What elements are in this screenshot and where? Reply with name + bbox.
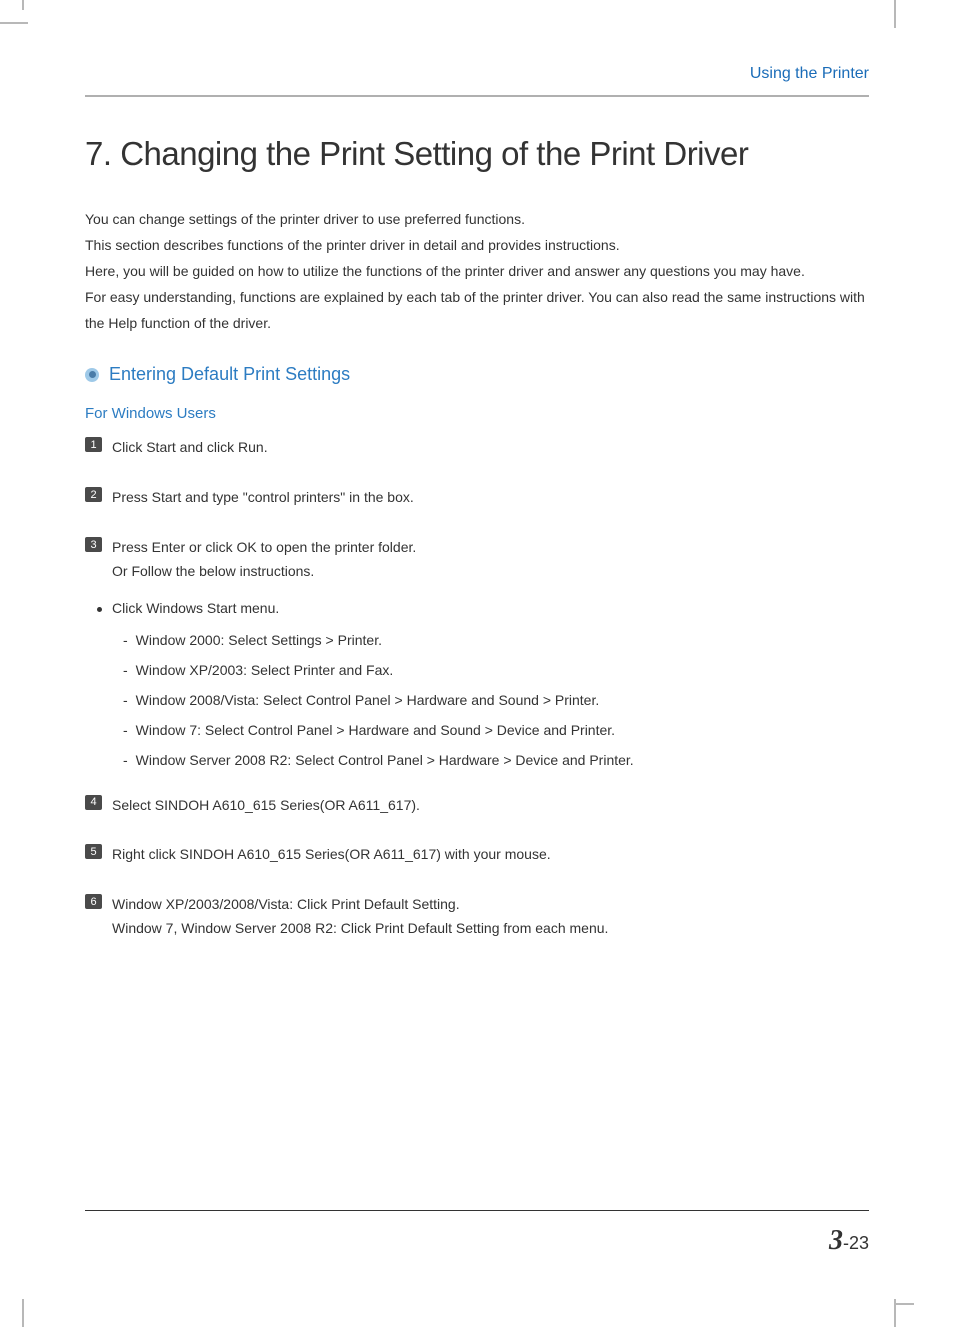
dash-item: - Window 7: Select Control Panel > Hardw…: [123, 722, 869, 738]
step-text: Click Start and click Run.: [112, 436, 268, 460]
dash-mark-icon: -: [123, 722, 128, 738]
dash-item: - Window 2008/Vista: Select Control Pane…: [123, 692, 869, 708]
dash-text: Window 7: Select Control Panel > Hardwar…: [136, 722, 615, 738]
step-1: 1 Click Start and click Run.: [85, 436, 869, 460]
dash-text: Window 2000: Select Settings > Printer.: [136, 632, 382, 648]
bullet-dot-icon: [97, 607, 102, 612]
footer-divider: [85, 1210, 869, 1211]
step-number-badge: 3: [85, 537, 102, 552]
step-number-badge: 5: [85, 844, 102, 859]
crop-mark: [894, 0, 896, 28]
step-text: Press Enter or click OK to open the prin…: [112, 536, 416, 584]
dash-text: Window 2008/Vista: Select Control Panel …: [136, 692, 600, 708]
step-2: 2 Press Start and type "control printers…: [85, 486, 869, 510]
page-number: 3-23: [85, 1225, 869, 1257]
dash-mark-icon: -: [123, 692, 128, 708]
section-heading: Entering Default Print Settings: [85, 364, 869, 385]
bullet-text: Click Windows Start menu.: [112, 600, 279, 616]
dash-mark-icon: -: [123, 752, 128, 768]
step-number-badge: 2: [85, 487, 102, 502]
step-text: Right click SINDOH A610_615 Series(OR A6…: [112, 843, 551, 867]
crop-mark: [896, 1303, 914, 1305]
step-4: 4 Select SINDOH A610_615 Series(OR A611_…: [85, 794, 869, 818]
header-breadcrumb: Using the Printer: [85, 65, 869, 97]
step-6: 6 Window XP/2003/2008/Vista: Click Print…: [85, 893, 869, 941]
dash-mark-icon: -: [123, 632, 128, 648]
step-text: Select SINDOH A610_615 Series(OR A611_61…: [112, 794, 420, 818]
bullet-item: Click Windows Start menu.: [97, 600, 869, 616]
step-3: 3 Press Enter or click OK to open the pr…: [85, 536, 869, 584]
crop-mark: [22, 0, 24, 10]
dash-item: - Window Server 2008 R2: Select Control …: [123, 752, 869, 768]
crop-mark: [22, 1299, 24, 1327]
intro-paragraph: You can change settings of the printer d…: [85, 207, 869, 336]
dash-item: - Window 2000: Select Settings > Printer…: [123, 632, 869, 648]
main-heading: 7. Changing the Print Setting of the Pri…: [85, 135, 869, 173]
page-content: Using the Printer 7. Changing the Print …: [0, 0, 954, 1007]
page-suffix: -23: [843, 1233, 869, 1253]
crop-mark: [0, 22, 28, 24]
step-number-badge: 6: [85, 894, 102, 909]
step-text: Press Start and type "control printers" …: [112, 486, 414, 510]
step-number-badge: 4: [85, 795, 102, 810]
dash-text: Window Server 2008 R2: Select Control Pa…: [136, 752, 634, 768]
chapter-number: 3: [829, 1225, 843, 1256]
dash-text: Window XP/2003: Select Printer and Fax.: [136, 662, 394, 678]
subsection-title: For Windows Users: [85, 405, 869, 422]
footer: 3-23: [85, 1210, 869, 1257]
step-text: Window XP/2003/2008/Vista: Click Print D…: [112, 893, 608, 941]
dash-mark-icon: -: [123, 662, 128, 678]
dash-item: - Window XP/2003: Select Printer and Fax…: [123, 662, 869, 678]
step-number-badge: 1: [85, 437, 102, 452]
step-5: 5 Right click SINDOH A610_615 Series(OR …: [85, 843, 869, 867]
bullet-icon: [85, 368, 99, 382]
section-title: Entering Default Print Settings: [109, 364, 350, 385]
